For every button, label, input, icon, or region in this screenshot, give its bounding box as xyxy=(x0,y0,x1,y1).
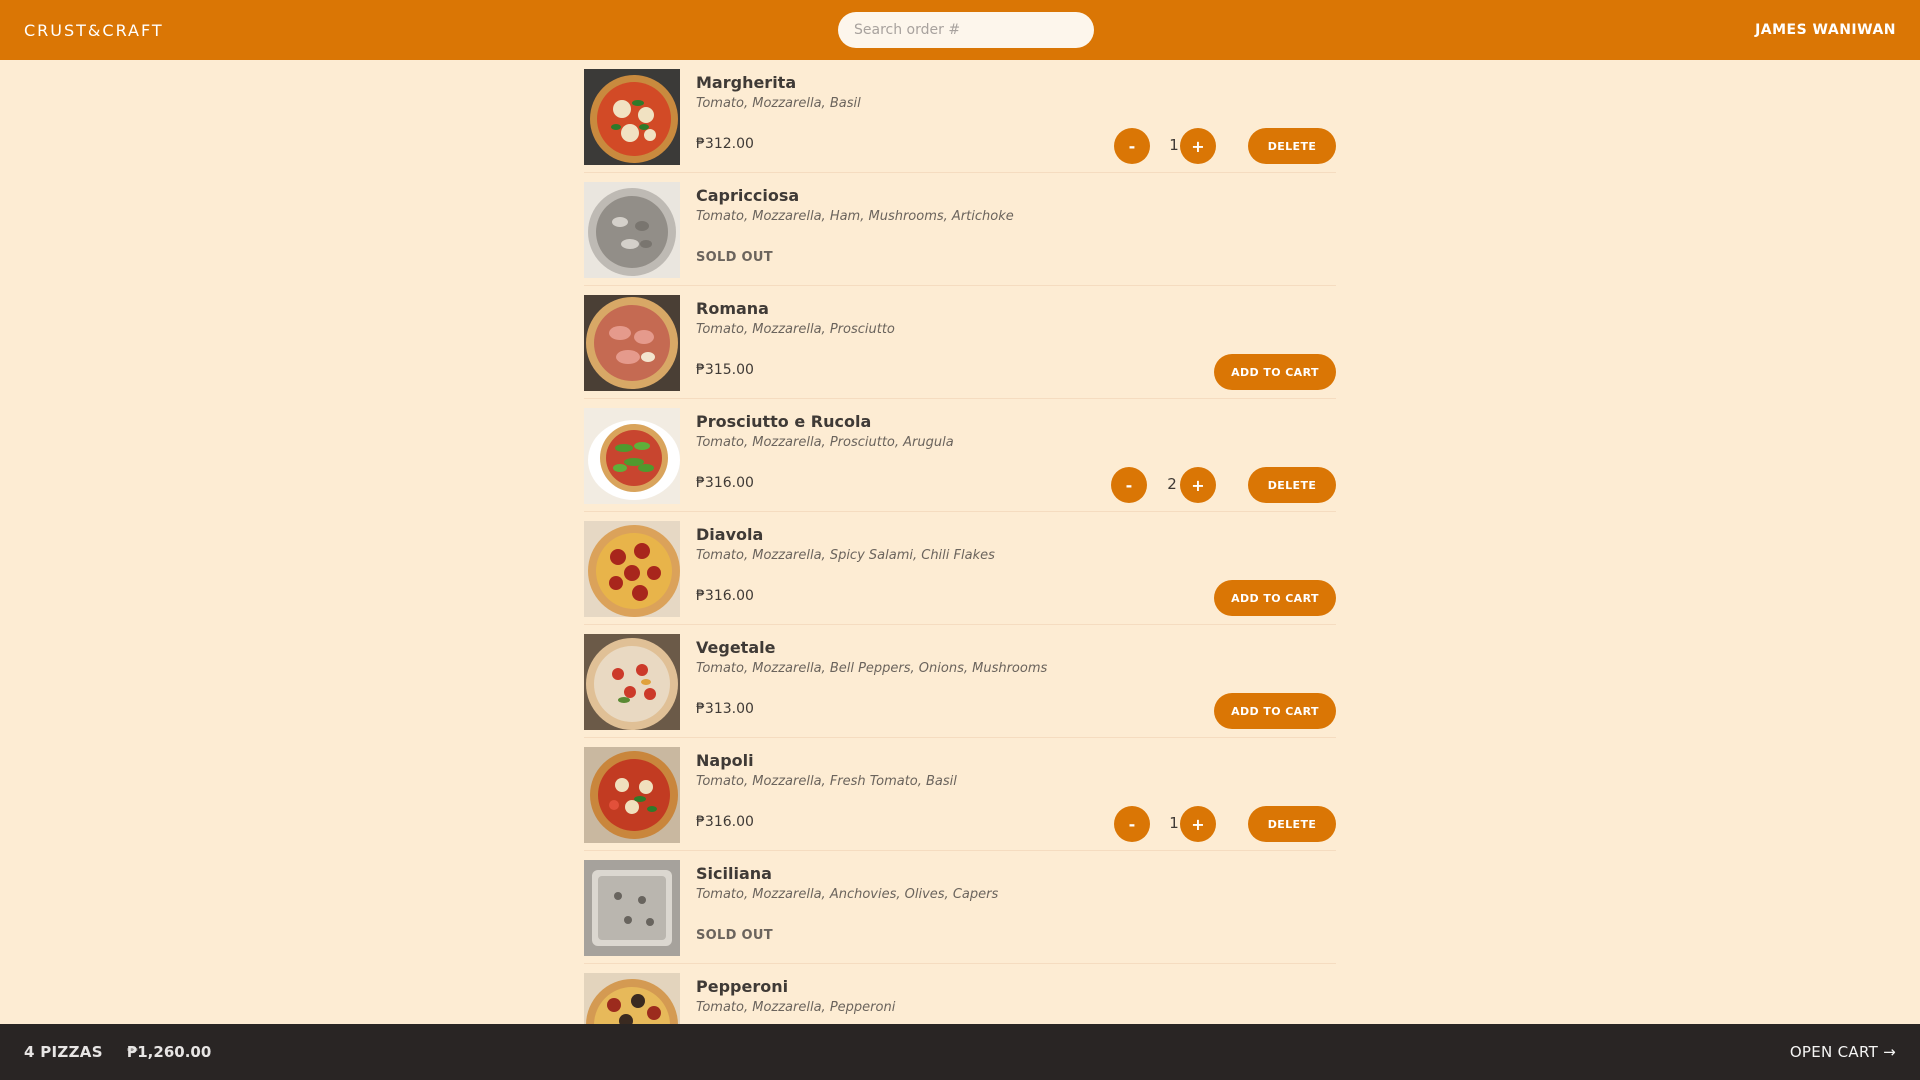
decrease-quantity-button[interactable]: - xyxy=(1111,467,1147,503)
decrease-quantity-button[interactable]: - xyxy=(1114,806,1150,842)
add-to-cart-button[interactable]: ADD TO CART xyxy=(1214,693,1336,729)
pizza-napoli-image xyxy=(584,747,680,843)
search-order-input[interactable] xyxy=(838,12,1094,48)
increase-quantity-button[interactable]: + xyxy=(1180,467,1216,503)
pizza-price: ₱313.00 xyxy=(696,701,754,717)
cart-total-price: ₱1,260.00 xyxy=(126,1043,212,1061)
quantity-value: 2 xyxy=(1167,475,1177,493)
decrease-quantity-button[interactable]: - xyxy=(1114,128,1150,164)
app-header: CRUST&CRAFT JAMES WANIWAN xyxy=(0,0,1920,60)
pizza-ingredients: Tomato, Mozzarella, Basil xyxy=(696,96,861,111)
pizza-romana-image xyxy=(584,295,680,391)
menu-item: Prosciutto e Rucola Tomato, Mozzarella, … xyxy=(584,399,1336,512)
pizza-ingredients: Tomato, Mozzarella, Spicy Salami, Chili … xyxy=(696,548,995,563)
pizza-name: Siciliana xyxy=(696,864,772,883)
delete-button[interactable]: DELETE xyxy=(1248,467,1336,503)
pizza-diavola-image xyxy=(584,521,680,617)
pizza-prosciutto-rucola-image xyxy=(584,408,680,504)
pizza-name: Vegetale xyxy=(696,638,776,657)
app-logo[interactable]: CRUST&CRAFT xyxy=(24,21,164,40)
pizza-ingredients: Tomato, Mozzarella, Anchovies, Olives, C… xyxy=(696,887,999,902)
menu-item: Napoli Tomato, Mozzarella, Fresh Tomato,… xyxy=(584,738,1336,851)
pizza-ingredients: Tomato, Mozzarella, Prosciutto xyxy=(696,322,895,337)
pizza-name: Diavola xyxy=(696,525,764,544)
pizza-capricciosa-image xyxy=(584,182,680,278)
sold-out-label: SOLD OUT xyxy=(696,250,773,265)
menu-item: Diavola Tomato, Mozzarella, Spicy Salami… xyxy=(584,512,1336,625)
add-to-cart-button[interactable]: ADD TO CART xyxy=(1214,354,1336,390)
pizza-ingredients: Tomato, Mozzarella, Fresh Tomato, Basil xyxy=(696,774,957,789)
pizza-name: Napoli xyxy=(696,751,754,770)
sold-out-label: SOLD OUT xyxy=(696,928,773,943)
add-to-cart-button[interactable]: ADD TO CART xyxy=(1214,580,1336,616)
pizza-ingredients: Tomato, Mozzarella, Pepperoni xyxy=(696,1000,896,1015)
pizza-name: Capricciosa xyxy=(696,186,800,205)
menu-item: Margherita Tomato, Mozzarella, Basil ₱31… xyxy=(584,60,1336,173)
increase-quantity-button[interactable]: + xyxy=(1180,128,1216,164)
pizza-price: ₱315.00 xyxy=(696,362,754,378)
pizza-ingredients: Tomato, Mozzarella, Prosciutto, Arugula xyxy=(696,435,954,450)
pizza-price: ₱316.00 xyxy=(696,475,754,491)
pizza-price: ₱312.00 xyxy=(696,136,754,152)
open-cart-link[interactable]: OPEN CART → xyxy=(1790,1043,1896,1061)
menu-item: Siciliana Tomato, Mozzarella, Anchovies,… xyxy=(584,851,1336,964)
pizza-price: ₱316.00 xyxy=(696,588,754,604)
menu-item: Vegetale Tomato, Mozzarella, Bell Pepper… xyxy=(584,625,1336,738)
user-name: JAMES WANIWAN xyxy=(1755,22,1896,38)
pizza-name: Pepperoni xyxy=(696,977,789,996)
pizza-ingredients: Tomato, Mozzarella, Ham, Mushrooms, Arti… xyxy=(696,209,1014,224)
cart-pizza-count: 4 PIZZAS xyxy=(24,1043,103,1061)
pizza-name: Margherita xyxy=(696,73,797,92)
pizza-siciliana-image xyxy=(584,860,680,956)
menu-item: Capricciosa Tomato, Mozzarella, Ham, Mus… xyxy=(584,173,1336,286)
pizza-name: Romana xyxy=(696,299,769,318)
menu-item: Romana Tomato, Mozzarella, Prosciutto ₱3… xyxy=(584,286,1336,399)
cart-summary-bar: 4 PIZZAS ₱1,260.00 OPEN CART → xyxy=(0,1024,1920,1080)
pizza-menu-list: Margherita Tomato, Mozzarella, Basil ₱31… xyxy=(584,60,1336,1077)
delete-button[interactable]: DELETE xyxy=(1248,128,1336,164)
pizza-name: Prosciutto e Rucola xyxy=(696,412,872,431)
pizza-ingredients: Tomato, Mozzarella, Bell Peppers, Onions… xyxy=(696,661,1048,676)
delete-button[interactable]: DELETE xyxy=(1248,806,1336,842)
increase-quantity-button[interactable]: + xyxy=(1180,806,1216,842)
pizza-vegetale-image xyxy=(584,634,680,730)
pizza-price: ₱316.00 xyxy=(696,814,754,830)
pizza-margherita-image xyxy=(584,69,680,165)
